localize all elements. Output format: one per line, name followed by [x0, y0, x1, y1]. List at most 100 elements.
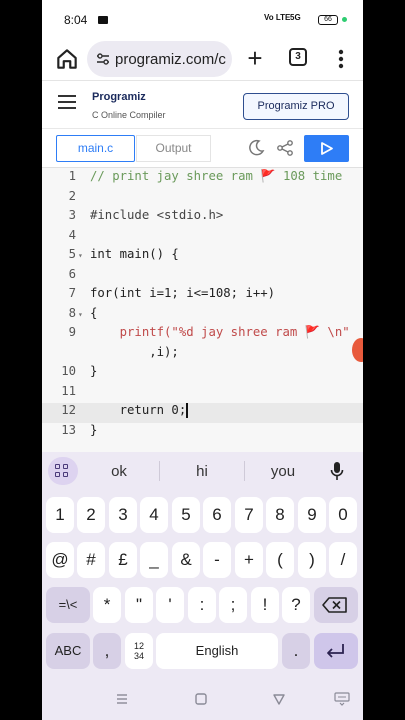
line-number: 6: [68, 266, 76, 281]
line-number: 1: [68, 169, 76, 183]
code-line[interactable]: 2: [42, 189, 363, 209]
play-icon: [321, 142, 333, 155]
fold-arrow-icon[interactable]: ▾: [78, 310, 83, 319]
code-line[interactable]: 9 printf("%d jay shree ram 🚩 \n": [42, 325, 363, 345]
keyboard-hide-icon[interactable]: [334, 692, 350, 706]
suggestion-word[interactable]: you: [253, 463, 313, 480]
code-text: {: [90, 305, 98, 320]
space-key[interactable]: English: [156, 633, 278, 669]
suggestion-word[interactable]: ok: [89, 463, 149, 480]
code-line[interactable]: 3 #include <stdio.h>: [42, 208, 363, 228]
line-number: 7: [68, 286, 76, 300]
privacy-dot-icon: [342, 17, 347, 22]
key-4[interactable]: 4: [140, 497, 168, 533]
key-plus[interactable]: +: [235, 542, 263, 578]
symbol-shift-key[interactable]: =\<: [46, 587, 90, 623]
key-exclamation[interactable]: !: [251, 587, 279, 623]
tab-main-c[interactable]: main.c: [56, 135, 135, 162]
status-time: 8:04: [64, 13, 88, 27]
key-pound[interactable]: £: [109, 542, 137, 578]
editor-tab-row: main.c Output: [42, 128, 363, 168]
home-icon[interactable]: [54, 46, 80, 72]
key-1[interactable]: 1: [46, 497, 74, 533]
run-button[interactable]: [304, 135, 349, 162]
code-text: ,i);: [90, 344, 179, 359]
key-ampersand[interactable]: &: [172, 542, 200, 578]
code-editor[interactable]: 1 // print jay shree ram 🚩 108 time 2 3 …: [42, 168, 363, 452]
key-8[interactable]: 8: [266, 497, 294, 533]
key-open-paren[interactable]: (: [266, 542, 294, 578]
code-line[interactable]: 6: [42, 267, 363, 287]
key-9[interactable]: 9: [298, 497, 326, 533]
floating-bubble-icon[interactable]: [352, 338, 363, 362]
key-slash[interactable]: /: [329, 542, 357, 578]
tab-output[interactable]: Output: [136, 135, 211, 162]
fold-arrow-icon[interactable]: ▾: [78, 251, 83, 260]
site-settings-icon[interactable]: [95, 51, 111, 67]
key-3[interactable]: 3: [109, 497, 137, 533]
key-single-quote[interactable]: ': [156, 587, 184, 623]
key-6[interactable]: 6: [203, 497, 231, 533]
period-key[interactable]: .: [282, 633, 310, 669]
key-double-quote[interactable]: ": [125, 587, 153, 623]
programiz-logo[interactable]: Programiz: [92, 91, 146, 103]
battery-icon: 66: [318, 15, 338, 25]
code-line-active[interactable]: 12 return 0;: [42, 403, 363, 423]
home-nav-icon[interactable]: [194, 692, 208, 706]
line-number: 2: [68, 188, 76, 203]
code-line-wrap[interactable]: ,i);: [42, 345, 363, 365]
code-text: return 0;: [90, 403, 188, 418]
key-underscore[interactable]: _: [140, 542, 168, 578]
keyboard-apps-icon[interactable]: [48, 457, 78, 485]
code-line[interactable]: 7 for(int i=1; i<=108; i++): [42, 286, 363, 306]
code-text: for(int i=1; i<=108; i++): [90, 286, 276, 300]
more-menu-icon[interactable]: [334, 46, 348, 72]
code-line[interactable]: 10 }: [42, 364, 363, 384]
code-line[interactable]: 11: [42, 384, 363, 404]
code-line[interactable]: 1 // print jay shree ram 🚩 108 time: [42, 169, 363, 189]
code-line[interactable]: 5 ▾ int main() {: [42, 247, 363, 267]
code-text: // print jay shree ram 🚩 108 time: [90, 169, 343, 183]
key-minus[interactable]: -: [203, 542, 231, 578]
line-number: 10: [61, 364, 76, 378]
code-text: int main() {: [90, 247, 179, 261]
key-close-paren[interactable]: ): [298, 542, 326, 578]
recent-apps-icon[interactable]: [115, 692, 129, 706]
code-line[interactable]: 13 }: [42, 423, 363, 443]
key-7[interactable]: 7: [235, 497, 263, 533]
code-line[interactable]: 4: [42, 228, 363, 248]
microphone-icon[interactable]: [330, 461, 344, 481]
key-2[interactable]: 2: [77, 497, 105, 533]
key-asterisk[interactable]: *: [93, 587, 121, 623]
hamburger-menu-icon[interactable]: [58, 95, 76, 109]
share-icon[interactable]: [276, 139, 294, 157]
key-5[interactable]: 5: [172, 497, 200, 533]
system-nav-bar: [42, 680, 363, 720]
enter-icon: [327, 644, 344, 658]
back-nav-icon[interactable]: [272, 692, 286, 706]
programiz-pro-button[interactable]: Programiz PRO: [243, 93, 349, 120]
key-semicolon[interactable]: ;: [219, 587, 247, 623]
suggestion-divider: [159, 461, 160, 481]
key-at[interactable]: @: [46, 542, 74, 578]
backspace-key[interactable]: [314, 587, 358, 623]
code-line[interactable]: 8 ▾ {: [42, 306, 363, 326]
line-number: 9: [68, 325, 76, 339]
key-colon[interactable]: :: [188, 587, 216, 623]
code-text-value: return 0;: [90, 403, 187, 417]
tab-switcher-button[interactable]: 3: [289, 48, 307, 66]
comma-key[interactable]: ,: [93, 633, 121, 669]
numpad-key[interactable]: 12 34: [125, 633, 153, 669]
key-question[interactable]: ?: [282, 587, 310, 623]
line-number: 13: [61, 422, 76, 437]
dark-mode-moon-icon[interactable]: [247, 139, 265, 157]
compiler-subtitle: C Online Compiler: [92, 110, 166, 120]
new-tab-plus-icon[interactable]: +: [242, 45, 268, 72]
address-bar[interactable]: programiz.com/c: [87, 41, 232, 77]
code-text: }: [90, 422, 98, 437]
enter-key[interactable]: [314, 633, 358, 669]
suggestion-word[interactable]: hi: [172, 463, 232, 480]
key-hash[interactable]: #: [77, 542, 105, 578]
key-0[interactable]: 0: [329, 497, 357, 533]
abc-key[interactable]: ABC: [46, 633, 90, 669]
